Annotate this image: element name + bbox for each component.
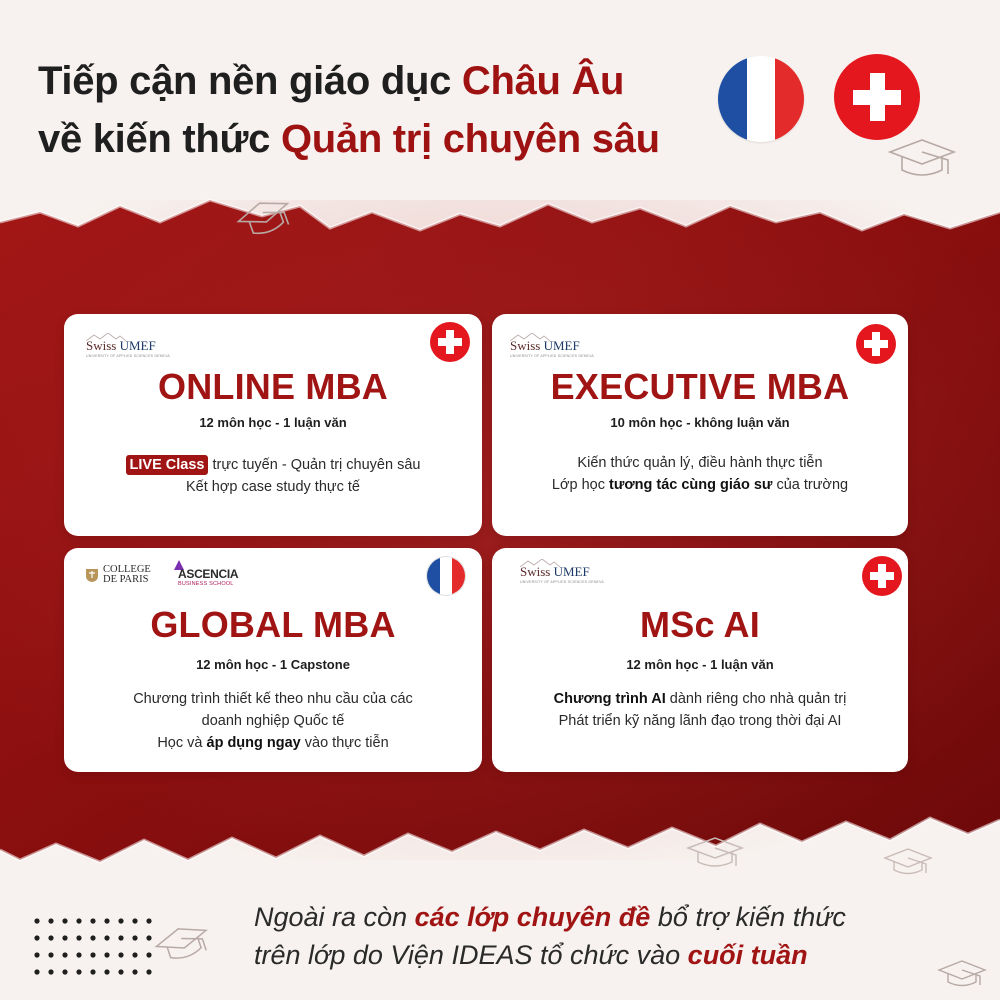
card-description: Chương trình AI dành riêng cho nhà quản … — [553, 691, 847, 729]
graduation-cap-icon — [883, 848, 933, 875]
card-global-mba[interactable]: COLLEGE DE PARIS ASCENCIA BUSINESS SCHOOL… — [64, 548, 482, 772]
france-flag-icon — [718, 56, 804, 142]
graduation-cap-icon — [887, 139, 957, 176]
swiss-umef-logo: Swiss UMEF UNIVERSITY OF APPLIED SCIENCE… — [520, 559, 604, 584]
card-description: Chương trình thiết kế theo nhu cầu của c… — [133, 691, 413, 751]
footer-line-2: trên lớp do Viện IDEAS tổ chức vào cuối … — [254, 940, 808, 970]
headline-line-2: về kiến thức Quản trị chuyên sâu — [38, 117, 660, 161]
swiss-umef-logo: Swiss UMEF UNIVERSITY OF APPLIED SCIENCE… — [510, 333, 594, 358]
switzerland-flag-icon — [430, 322, 470, 362]
swiss-umef-logo: Swiss UMEF UNIVERSITY OF APPLIED SCIENCE… — [86, 333, 170, 358]
card-subtitle: 10 môn học - không luận văn — [610, 415, 790, 430]
footer-note: Ngoài ra còn các lớp chuyên đề bổ trợ ki… — [254, 898, 974, 974]
headline-highlight-2: Quản trị chuyên sâu — [280, 117, 660, 161]
poster: Tiếp cận nền giáo dục Châu Âu về kiến th… — [0, 0, 1000, 1000]
card-subtitle: 12 môn học - 1 luận văn — [199, 415, 347, 430]
card-title: EXECUTIVE MBA — [550, 366, 850, 407]
card-subtitle: 12 môn học - 1 luận văn — [626, 657, 774, 672]
college-de-paris-logo: COLLEGE DE PARIS — [84, 564, 151, 585]
card-title: ONLINE MBA — [158, 366, 388, 407]
switzerland-flag-icon — [856, 324, 896, 364]
card-online-mba[interactable]: Swiss UMEF UNIVERSITY OF APPLIED SCIENCE… — [64, 314, 482, 536]
card-msc-ai[interactable]: Swiss UMEF UNIVERSITY OF APPLIED SCIENCE… — [492, 548, 908, 772]
france-flag-icon — [426, 556, 466, 596]
card-description: Kiến thức quản lý, điều hành thực tiễn L… — [551, 455, 849, 493]
graduation-cap-icon — [685, 837, 745, 867]
live-class-badge: LIVE Class — [125, 455, 209, 475]
switzerland-flag-icon — [834, 54, 920, 140]
headline: Tiếp cận nền giáo dục Châu Âu về kiến th… — [38, 52, 718, 168]
switzerland-flag-icon — [862, 556, 902, 596]
graduation-cap-icon — [236, 202, 290, 235]
card-subtitle: 12 môn học - 1 Capstone — [196, 657, 350, 672]
card-description: LIVE Class trực tuyến - Quản trị chuyên … — [76, 454, 470, 498]
card-title: MSc AI — [640, 604, 760, 645]
footer-line-1: Ngoài ra còn các lớp chuyên đề bổ trợ ki… — [254, 902, 846, 932]
dot-grid-decoration — [34, 918, 152, 975]
headline-line-1: Tiếp cận nền giáo dục Châu Âu — [38, 59, 625, 103]
graduation-cap-icon — [154, 928, 208, 959]
headline-highlight-1: Châu Âu — [461, 59, 625, 103]
card-title: GLOBAL MBA — [150, 604, 396, 645]
card-executive-mba[interactable]: Swiss UMEF UNIVERSITY OF APPLIED SCIENCE… — [492, 314, 908, 536]
